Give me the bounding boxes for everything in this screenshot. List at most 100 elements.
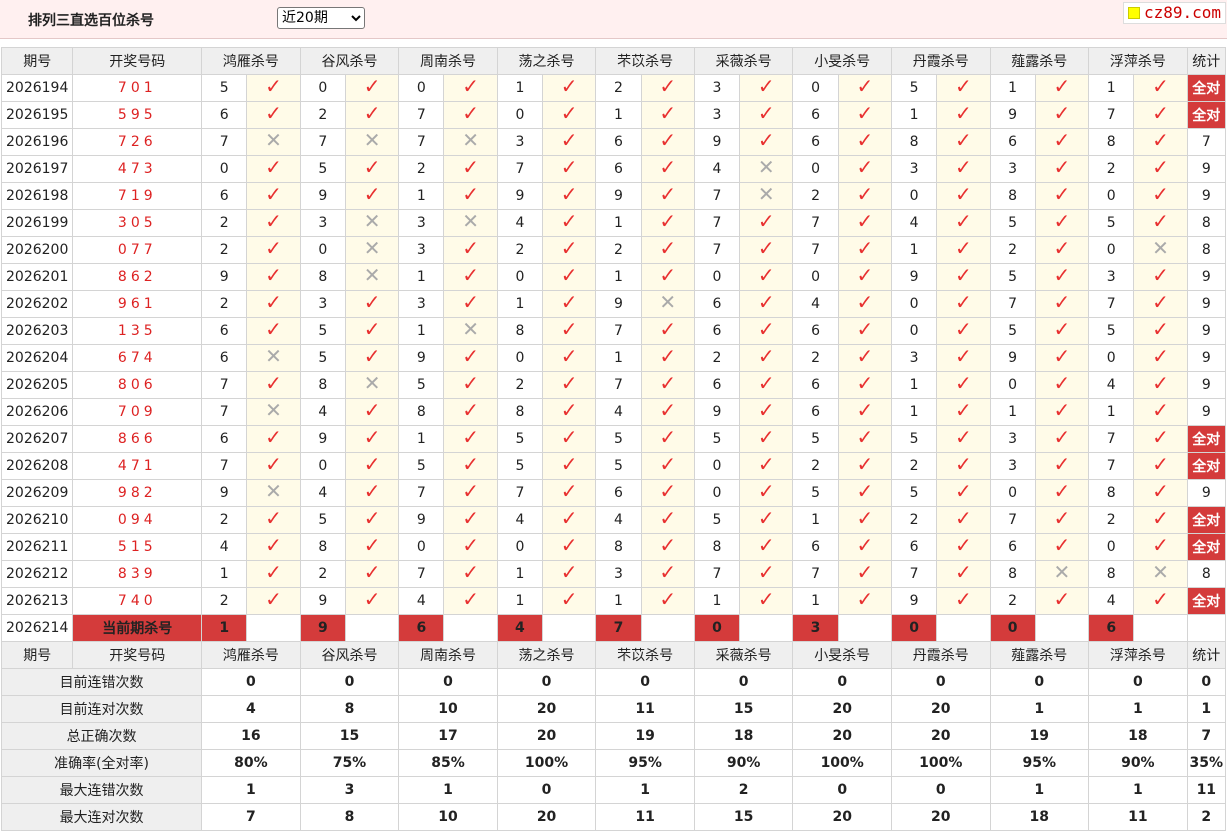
correct-check-icon: ✓: [1133, 452, 1188, 480]
kill-number-cell: 0: [792, 155, 839, 183]
winning-number-cell: 305: [72, 209, 203, 237]
wrong-cross-icon: ✕: [640, 290, 695, 318]
period-select[interactable]: 近20期: [277, 7, 365, 29]
check-icon: ✓: [1053, 452, 1071, 476]
wrong-cross-icon: ✕: [443, 317, 498, 345]
wrong-cross-icon: ✕: [443, 128, 498, 156]
table-row: 2026197 473 0 ✓ 5 ✓ 2 ✓ 7 ✓ 6 ✓ 4 ✕ 0 ✓ 3 ✓ 3 ✓ 2 ✓ 9: [0, 155, 1227, 183]
kill-number-cell: 6: [201, 344, 248, 372]
correct-check-icon: ✓: [1133, 74, 1188, 102]
issue-cell: 2026205: [0, 371, 74, 399]
kill-number-cell: 8: [496, 317, 544, 345]
correct-check-icon: ✓: [246, 425, 301, 453]
issue-cell: 2026199: [0, 209, 74, 237]
kill-number-cell: 4: [1088, 587, 1135, 615]
table-row: 2026200 077 2 ✓ 0 ✕ 3 ✓ 2 ✓ 2 ✓ 7 ✓ 7 ✓ 1 ✓ 2 ✓ 0 ✕ 8: [0, 236, 1227, 264]
stats-value: 15: [693, 803, 794, 831]
correct-check-icon: ✓: [246, 209, 301, 237]
all-correct-badge: 全对: [1186, 587, 1227, 615]
kill-number-cell: 1: [398, 263, 445, 291]
kill-number-cell: 9: [595, 290, 642, 318]
kill-number-cell: 9: [398, 506, 445, 534]
check-icon: ✓: [462, 236, 480, 260]
kill-number-cell: 2: [299, 101, 346, 129]
winning-number-cell: 473: [72, 155, 203, 183]
kill-number-cell: 7: [1088, 101, 1135, 129]
kill-number-cell: 7: [890, 560, 938, 588]
kill-number-cell: 2: [890, 452, 938, 480]
stat-count-cell: 8: [1186, 560, 1227, 588]
stats-value: 1: [1088, 695, 1188, 723]
kill-number-cell: 8: [1088, 560, 1135, 588]
table-row: 2026202 961 2 ✓ 3 ✓ 3 ✓ 1 ✓ 9 ✕ 6 ✓ 4 ✓ 0 ✓ 7 ✓ 7 ✓ 9: [0, 290, 1227, 318]
wrong-cross-icon: ✕: [1133, 236, 1188, 264]
kill-number-cell: 2: [693, 344, 741, 372]
table-row: 2026204 674 6 ✕ 5 ✓ 9 ✓ 0 ✓ 1 ✓ 2 ✓ 2 ✓ 3 ✓ 9 ✓ 0 ✓ 9: [0, 344, 1227, 372]
table-row: 2026205 806 7 ✓ 8 ✕ 5 ✓ 2 ✓ 7 ✓ 6 ✓ 6 ✓ 1 ✓ 0 ✓ 4 ✓ 9: [0, 371, 1227, 399]
correct-check-icon: ✓: [443, 263, 498, 291]
cross-icon: ✕: [363, 263, 381, 287]
correct-check-icon: ✓: [344, 506, 400, 534]
kill-number-cell: 1: [693, 587, 741, 615]
winning-number-cell: 094: [72, 506, 203, 534]
winning-number-cell: 839: [72, 560, 203, 588]
check-icon: ✓: [856, 506, 874, 530]
col-header-expert-6: 小旻杀号: [792, 641, 892, 669]
check-icon: ✓: [757, 479, 775, 503]
cross-icon: ✕: [1152, 236, 1169, 260]
check-icon: ✓: [856, 398, 874, 422]
correct-check-icon: ✓: [443, 398, 498, 426]
correct-check-icon: ✓: [837, 128, 892, 156]
check-icon: ✓: [954, 425, 972, 449]
correct-check-icon: ✓: [542, 155, 597, 183]
check-icon: ✓: [757, 452, 775, 476]
correct-check-icon: ✓: [936, 479, 991, 507]
kill-number-cell: 2: [989, 587, 1036, 615]
kill-number-cell: 3: [989, 452, 1036, 480]
kill-number-cell: 9: [890, 263, 938, 291]
correct-check-icon: ✓: [246, 452, 301, 480]
kill-number-cell: 5: [693, 506, 741, 534]
kill-number-cell: 0: [989, 371, 1036, 399]
correct-check-icon: ✓: [246, 587, 301, 615]
kill-number-table: 期号 开奖号码 鸿雁杀号 谷风杀号 周南杀号 荡之杀号 芣苡杀号 采薇杀号 小旻杀号 丹霞杀号 薤露…: [0, 47, 1227, 831]
kill-number-cell: 8: [1088, 479, 1135, 507]
kill-number-cell: 6: [201, 317, 248, 345]
check-icon: ✓: [265, 533, 282, 557]
kill-number-cell: 4: [201, 533, 248, 561]
wrong-cross-icon: ✕: [246, 479, 301, 507]
kill-number-cell: 0: [890, 182, 938, 210]
current-blank-cell: [1133, 614, 1188, 642]
correct-check-icon: ✓: [1034, 74, 1090, 102]
col-header-expert-7: 丹霞杀号: [890, 47, 991, 75]
check-icon: ✓: [954, 452, 972, 476]
stats-value: 0: [201, 668, 301, 696]
correct-check-icon: ✓: [936, 209, 991, 237]
wrong-cross-icon: ✕: [739, 182, 794, 210]
correct-check-icon: ✓: [739, 533, 794, 561]
correct-check-icon: ✓: [640, 209, 695, 237]
correct-check-icon: ✓: [344, 533, 400, 561]
correct-check-icon: ✓: [1133, 209, 1188, 237]
stats-value: 11: [595, 695, 695, 723]
kill-number-cell: 5: [595, 452, 642, 480]
check-icon: ✓: [856, 425, 874, 449]
kill-number-cell: 1: [496, 74, 544, 102]
correct-check-icon: ✓: [1034, 155, 1090, 183]
check-icon: ✓: [1053, 317, 1071, 341]
kill-number-cell: 5: [890, 74, 938, 102]
correct-check-icon: ✓: [1133, 371, 1188, 399]
correct-check-icon: ✓: [739, 263, 794, 291]
kill-number-cell: 7: [1088, 452, 1135, 480]
stats-value: 0: [496, 668, 597, 696]
kill-number-cell: 9: [890, 587, 938, 615]
correct-check-icon: ✓: [837, 182, 892, 210]
correct-check-icon: ✓: [1133, 128, 1188, 156]
correct-check-icon: ✓: [1034, 344, 1090, 372]
stats-value: 19: [989, 722, 1090, 750]
winning-number-cell: 866: [72, 425, 203, 453]
site-logo[interactable]: cz89.com: [1123, 2, 1226, 24]
table-row: 2026194 701 5 ✓ 0 ✓ 0 ✓ 1 ✓ 2 ✓ 3 ✓ 0 ✓ 5 ✓ 1 ✓ 1 ✓ 全对: [0, 74, 1227, 102]
stats-label: 最大连错次数: [0, 776, 203, 804]
check-icon: ✓: [560, 182, 578, 206]
